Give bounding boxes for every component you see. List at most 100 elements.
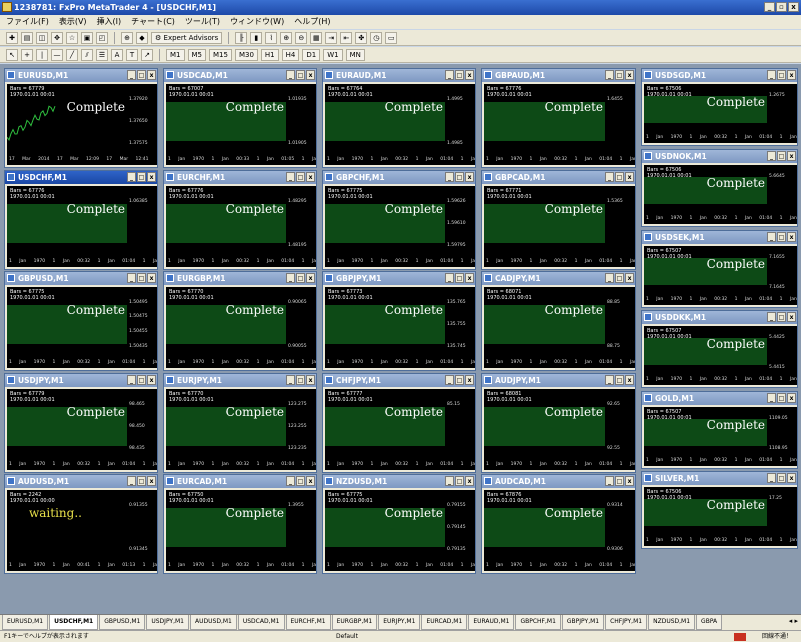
chart-window-eurusd-m1[interactable]: EURUSD,M1 _ □ x Bars = 67779 1970.01.01 00:01… (4, 68, 158, 168)
timeframe-m1[interactable]: M1 (166, 48, 185, 61)
chart-close-button[interactable]: x (147, 70, 156, 80)
chart-plot-area[interactable]: Bars = 67773 1970.01.01 00:01 Complete (325, 287, 445, 358)
chart-close-button[interactable]: x (625, 172, 634, 182)
chart-window-eurcad-m1[interactable]: EURCAD,M1 _ □ x Bars = 67750 1970.01.01 00:01… (163, 474, 317, 574)
tester-icon[interactable]: ◰ (96, 31, 108, 44)
chart-plot-area[interactable]: Bars = 67775 1970.01.01 00:01 Complete (7, 287, 127, 358)
chart-close-button[interactable]: x (147, 375, 156, 385)
chart-title-bar[interactable]: GBPJPY,M1 _ □ x (323, 272, 475, 285)
chart-title-bar[interactable]: USDDKK,M1 _ □ x (642, 311, 797, 324)
chart-window-usdsek-m1[interactable]: USDSEK,M1 _ □ x Bars = 67507 1970.01.01 00:01… (641, 230, 798, 308)
chart-maximize-button[interactable]: □ (296, 375, 305, 385)
line-chart-icon[interactable]: ⌇ (265, 31, 278, 44)
chart-minimize-button[interactable]: _ (767, 151, 776, 161)
chart-plot-area[interactable]: Bars = 67007 1970.01.01 00:01 Complete (166, 84, 286, 155)
chart-plot-area[interactable]: Bars = 67770 1970.01.01 00:01 Complete (166, 287, 286, 358)
chart-maximize-button[interactable]: □ (455, 70, 464, 80)
chart-window-gbpusd-m1[interactable]: GBPUSD,M1 _ □ x Bars = 67775 1970.01.01 00:01… (4, 271, 158, 371)
menu-tools[interactable]: ツール(T) (185, 15, 220, 29)
chart-close-button[interactable]: x (787, 151, 796, 161)
chart-window-euraud-m1[interactable]: EURAUD,M1 _ □ x Bars = 67764 1970.01.01 00:01… (322, 68, 476, 168)
expert-advisors-button[interactable]: ⚙ Expert Advisors (151, 31, 223, 44)
chart-plot-area[interactable]: Bars = 67506 1970.01.01 00:01 Complete (644, 165, 767, 214)
chart-minimize-button[interactable]: _ (445, 70, 454, 80)
chart-close-button[interactable]: x (306, 273, 315, 283)
chart-plot-area[interactable]: Bars = 67770 1970.01.01 00:01 Complete (166, 389, 286, 460)
menu-help[interactable]: ヘルプ(H) (294, 15, 330, 29)
chart-close-button[interactable]: x (465, 70, 474, 80)
chart-title-bar[interactable]: EURUSD,M1 _ □ x (5, 69, 157, 82)
timeframe-m5[interactable]: M5 (187, 48, 206, 61)
timeframe-h1[interactable]: H1 (260, 48, 279, 61)
chart-window-nzdusd-m1[interactable]: NZDUSD,M1 _ □ x Bars = 67775 1970.01.01 00:01… (322, 474, 476, 574)
chart-plot-area[interactable]: Bars = 67776 1970.01.01 00:01 Complete (484, 84, 605, 155)
chart-maximize-button[interactable]: □ (615, 172, 624, 182)
chart-plot-area[interactable]: Bars = 68081 1970.01.01 00:01 Complete (484, 389, 605, 460)
cursor-icon[interactable]: ↖ (6, 48, 18, 61)
data-window-icon[interactable]: ☆ (66, 31, 78, 44)
chart-title-bar[interactable]: GBPCHF,M1 _ □ x (323, 171, 475, 184)
chart-maximize-button[interactable]: □ (455, 172, 464, 182)
chart-title-bar[interactable]: EURCAD,M1 _ □ x (164, 475, 316, 488)
chart-plot-area[interactable]: Bars = 67775 1970.01.01 00:01 Complete (325, 186, 445, 257)
terminal-icon[interactable]: ▣ (81, 31, 93, 44)
chart-minimize-button[interactable]: _ (767, 312, 776, 322)
vertical-line-icon[interactable]: | (36, 48, 48, 61)
chart-title-bar[interactable]: AUDJPY,M1 _ □ x (482, 374, 635, 387)
chart-close-button[interactable]: x (625, 375, 634, 385)
menu-view[interactable]: 表示(V) (59, 15, 87, 29)
chart-minimize-button[interactable]: _ (286, 70, 295, 80)
chart-title-bar[interactable]: USDJPY,M1 _ □ x (5, 374, 157, 387)
chart-minimize-button[interactable]: _ (286, 476, 295, 486)
tile-windows-icon[interactable]: ▦ (310, 31, 323, 44)
chart-maximize-button[interactable]: □ (455, 273, 464, 283)
zoom-in-icon[interactable]: ⊕ (280, 31, 293, 44)
chart-maximize-button[interactable]: □ (615, 375, 624, 385)
chart-close-button[interactable]: x (147, 172, 156, 182)
chart-close-button[interactable]: x (625, 476, 634, 486)
chart-plot-area[interactable]: Bars = 67876 1970.01.01 00:01 Complete (484, 490, 605, 561)
chart-title-bar[interactable]: USDSGD,M1 _ □ x (642, 69, 797, 82)
chart-minimize-button[interactable]: _ (286, 375, 295, 385)
chart-minimize-button[interactable]: _ (605, 476, 614, 486)
chart-plot-area[interactable]: Bars = 67507 1970.01.01 00:01 Complete (644, 407, 767, 456)
chart-close-button[interactable]: x (306, 172, 315, 182)
chart-maximize-button[interactable]: □ (137, 70, 146, 80)
tab-gbpchf-m1[interactable]: GBPCHF,M1 (515, 615, 561, 630)
timeframe-d1[interactable]: D1 (302, 48, 321, 61)
chart-maximize-button[interactable]: □ (777, 151, 786, 161)
chart-title-bar[interactable]: EURGBP,M1 _ □ x (164, 272, 316, 285)
chart-maximize-button[interactable]: □ (137, 375, 146, 385)
chart-minimize-button[interactable]: _ (445, 172, 454, 182)
menu-file[interactable]: ファイル(F) (6, 15, 49, 29)
chart-shift-icon[interactable]: ⇤ (340, 31, 353, 44)
chart-minimize-button[interactable]: _ (127, 70, 136, 80)
zoom-out-icon[interactable]: ⊖ (295, 31, 308, 44)
tab-usdchf-m1[interactable]: USDCHF,M1 (49, 615, 99, 630)
chart-plot-area[interactable]: Bars = 67779 1970.01.01 00:01 Complete (7, 389, 127, 460)
maximize-button[interactable]: ▫ (776, 2, 787, 12)
tab-euraud-m1[interactable]: EURAUD,M1 (468, 615, 515, 630)
menu-insert[interactable]: 挿入(I) (97, 15, 122, 29)
chart-maximize-button[interactable]: □ (137, 476, 146, 486)
chart-plot-area[interactable]: Bars = 67750 1970.01.01 00:01 Complete (166, 490, 286, 561)
tab-scroll-arrows[interactable]: ◂ ▸ (789, 617, 798, 625)
chart-maximize-button[interactable]: □ (615, 476, 624, 486)
tab-eurusd-m1[interactable]: EURUSD,M1 (2, 615, 49, 630)
chart-close-button[interactable]: x (465, 172, 474, 182)
chart-window-gold-m1[interactable]: GOLD,M1 _ □ x Bars = 67507 1970.01.01 00:01 Co… (641, 391, 798, 469)
chart-close-button[interactable]: x (787, 232, 796, 242)
horizontal-line-icon[interactable]: — (51, 48, 63, 61)
chart-maximize-button[interactable]: □ (615, 273, 624, 283)
new-order-icon[interactable]: ✚ (6, 31, 18, 44)
indicators-icon[interactable]: ✤ (355, 31, 368, 44)
chart-title-bar[interactable]: SILVER,M1 _ □ x (642, 472, 797, 485)
chart-title-bar[interactable]: NZDUSD,M1 _ □ x (323, 475, 475, 488)
autoscroll-icon[interactable]: ⇥ (325, 31, 338, 44)
chart-close-button[interactable]: x (787, 312, 796, 322)
chart-title-bar[interactable]: USDNOK,M1 _ □ x (642, 150, 797, 163)
trendline-icon[interactable]: ╱ (66, 48, 78, 61)
market-watch-icon[interactable]: ◫ (36, 31, 48, 44)
minimize-button[interactable]: _ (764, 2, 775, 12)
channel-icon[interactable]: ⫽ (81, 48, 93, 61)
